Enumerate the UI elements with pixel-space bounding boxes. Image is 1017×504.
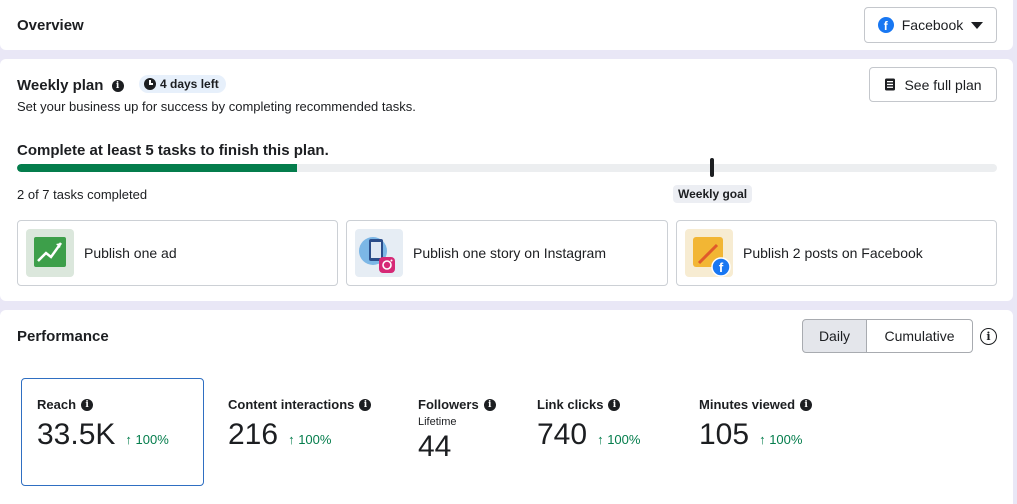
chart-growth-icon: [26, 229, 74, 277]
metric-minutes-viewed[interactable]: Minutes viewed i 105 ↑ 100%: [699, 397, 813, 452]
change-percent: 100%: [607, 432, 641, 447]
performance-info-icon[interactable]: i: [980, 328, 997, 345]
days-left-text: 4 days left: [160, 77, 219, 91]
metric-value: 105: [699, 418, 750, 451]
overview-card: Overview f Facebook: [0, 0, 1013, 50]
info-icon[interactable]: i: [111, 80, 124, 93]
weekly-plan-title-text: Weekly plan: [17, 77, 104, 94]
info-icon[interactable]: i: [608, 398, 621, 411]
tasks-completed-text: 2 of 7 tasks completed: [17, 187, 148, 202]
metric-content-interactions[interactable]: Content interactions i 216 ↑ 100%: [228, 397, 372, 452]
performance-title: Performance: [17, 328, 109, 345]
metric-label-text: Minutes viewed: [699, 397, 796, 412]
platform-select[interactable]: f Facebook: [864, 7, 997, 43]
metric-label-text: Reach: [37, 397, 77, 412]
platform-select-label: Facebook: [901, 17, 964, 33]
svg-text:f: f: [719, 260, 724, 275]
task-card-publish-ad[interactable]: Publish one ad: [17, 220, 338, 286]
metric-change: ↑ 100%: [759, 432, 803, 447]
facebook-post-icon: f: [685, 229, 733, 277]
weekly-goal-label: Weekly goal: [673, 185, 753, 203]
metric-label: Reach i: [37, 397, 169, 412]
plan-progress-fill: [17, 164, 297, 172]
plan-goal-heading: Complete at least 5 tasks to finish this…: [17, 142, 329, 159]
metric-label-text: Followers: [418, 397, 479, 412]
facebook-icon: f: [877, 17, 894, 33]
metric-reach[interactable]: Reach i 33.5K ↑ 100%: [37, 397, 169, 452]
change-percent: 100%: [769, 432, 803, 447]
see-full-plan-button[interactable]: See full plan: [869, 67, 997, 102]
weekly-goal-marker: [710, 158, 714, 177]
change-percent: 100%: [135, 432, 169, 447]
metric-label-text: Content interactions: [228, 397, 355, 412]
task-label: Publish one ad: [84, 245, 177, 261]
metric-label: Link clicks i: [537, 397, 640, 412]
info-icon[interactable]: i: [359, 398, 372, 411]
task-card-facebook-posts[interactable]: f Publish 2 posts on Facebook: [676, 220, 997, 286]
weekly-plan-title: Weekly plan i: [17, 77, 124, 94]
metric-value: 33.5K: [37, 418, 116, 451]
metric-label: Content interactions i: [228, 397, 372, 412]
instagram-story-icon: [355, 229, 403, 277]
metric-change: ↑ 100%: [597, 432, 641, 447]
daily-toggle[interactable]: Daily: [802, 319, 867, 353]
cumulative-toggle[interactable]: Cumulative: [866, 319, 973, 353]
metric-value: 216: [228, 418, 279, 451]
plan-progress-bar: [17, 164, 997, 172]
task-label: Publish one story on Instagram: [413, 245, 606, 261]
info-icon[interactable]: i: [81, 398, 94, 411]
metric-value: 740: [537, 418, 588, 451]
metric-link-clicks[interactable]: Link clicks i 740 ↑ 100%: [537, 397, 640, 452]
metric-label: Minutes viewed i: [699, 397, 813, 412]
metric-label-text: Link clicks: [537, 397, 604, 412]
overview-title: Overview: [17, 17, 84, 34]
metric-change: ↑ 100%: [288, 432, 332, 447]
task-card-instagram-story[interactable]: Publish one story on Instagram: [346, 220, 668, 286]
task-label: Publish 2 posts on Facebook: [743, 245, 923, 261]
metric-change: ↑ 100%: [125, 432, 169, 447]
info-icon[interactable]: i: [800, 398, 813, 411]
clock-icon: [144, 78, 156, 90]
metric-value: 44: [418, 430, 452, 463]
days-left-badge: 4 days left: [139, 75, 226, 93]
change-percent: 100%: [298, 432, 332, 447]
metric-label: Followers i: [418, 397, 496, 412]
weekly-plan-subtitle: Set your business up for success by comp…: [17, 99, 416, 114]
info-icon[interactable]: i: [483, 398, 496, 411]
document-icon: [885, 78, 896, 91]
metric-followers[interactable]: Followers i Lifetime 44: [418, 397, 496, 464]
metric-sublabel: Lifetime: [418, 416, 457, 428]
caret-down-icon: [971, 21, 984, 29]
see-full-plan-label: See full plan: [904, 76, 982, 93]
